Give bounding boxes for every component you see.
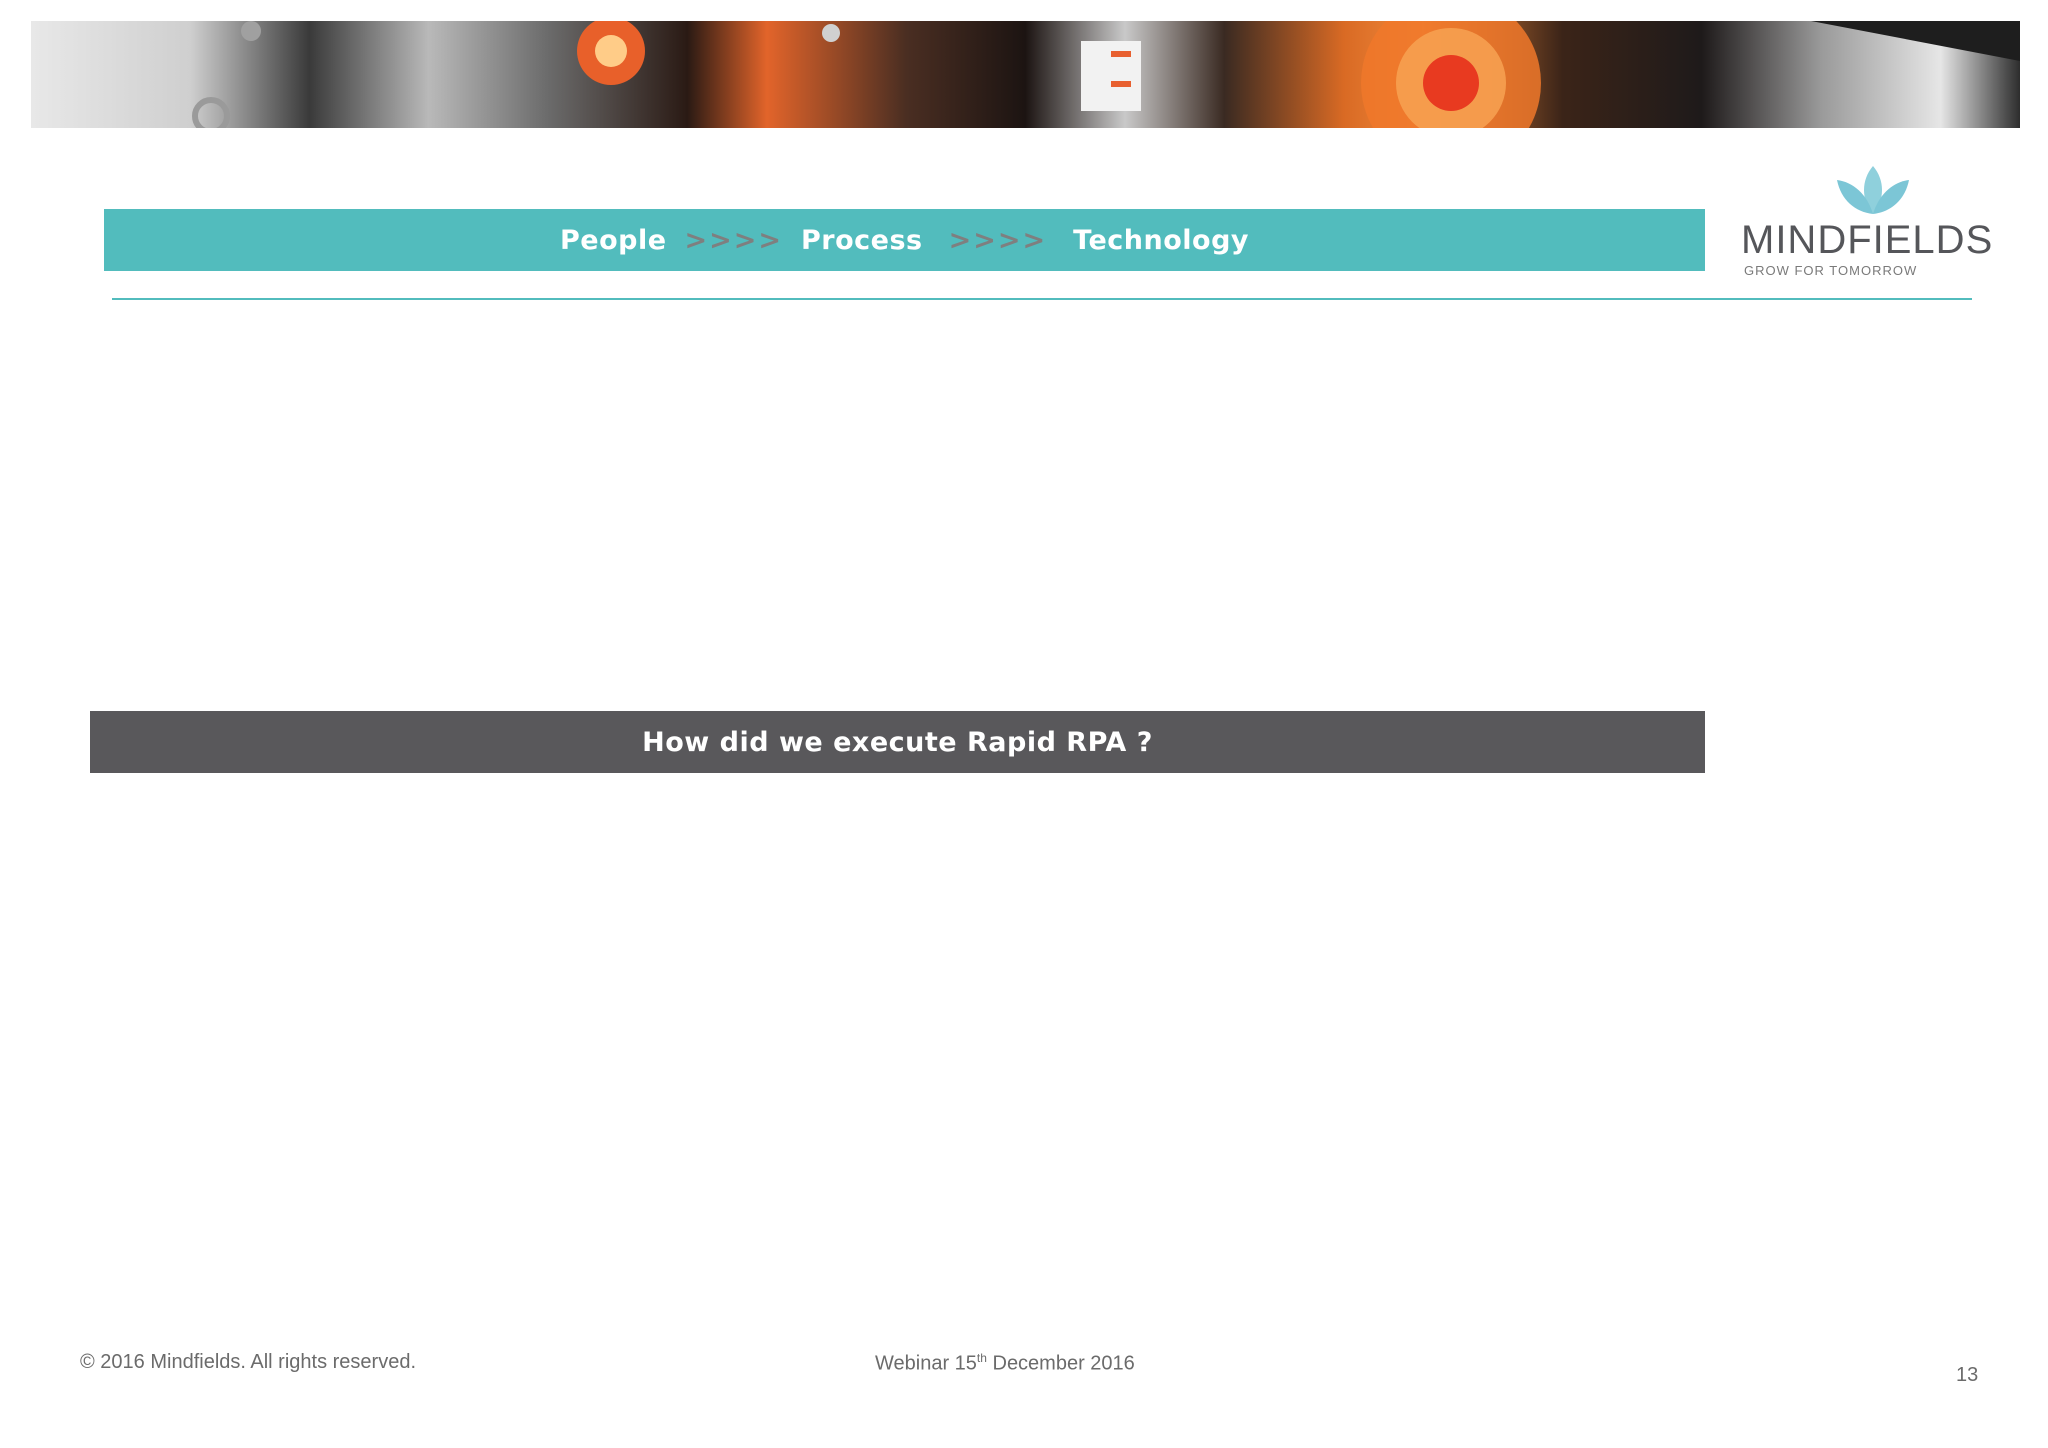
- header-arrows-2: >>>>: [948, 224, 1048, 256]
- footer-webinar-date: Webinar 15th December 2016: [875, 1351, 1135, 1376]
- header-arrows-1: >>>>: [684, 224, 784, 256]
- lotus-icon: [1837, 166, 1909, 214]
- page-number: 13: [1956, 1364, 1979, 1386]
- webinar-suffix: December 2016: [986, 1352, 1135, 1375]
- people-process-technology-bar: People >>>> Process >>>> Technology: [104, 209, 1705, 271]
- header-divider: [112, 298, 1972, 300]
- webinar-prefix: Webinar 15: [875, 1352, 977, 1375]
- header-technology: Technology: [1073, 224, 1250, 256]
- robot-machinery-image: [192, 21, 2020, 128]
- header-process: Process: [801, 224, 923, 256]
- webinar-sup: th: [976, 1351, 987, 1365]
- header-people: People: [559, 224, 667, 256]
- logo-tagline: GROW FOR TOMORROW: [1744, 263, 1918, 278]
- logo-wordmark: MINDFIELDS: [1741, 218, 1994, 262]
- section-title: How did we execute Rapid RPA ?: [90, 711, 1705, 773]
- mindfields-logo: MINDFIELDS GROW FOR TOMORROW: [1736, 162, 1992, 282]
- footer-copyright: © 2016 Mindfields. All rights reserved.: [80, 1351, 417, 1373]
- header-banner-image: [31, 21, 2020, 128]
